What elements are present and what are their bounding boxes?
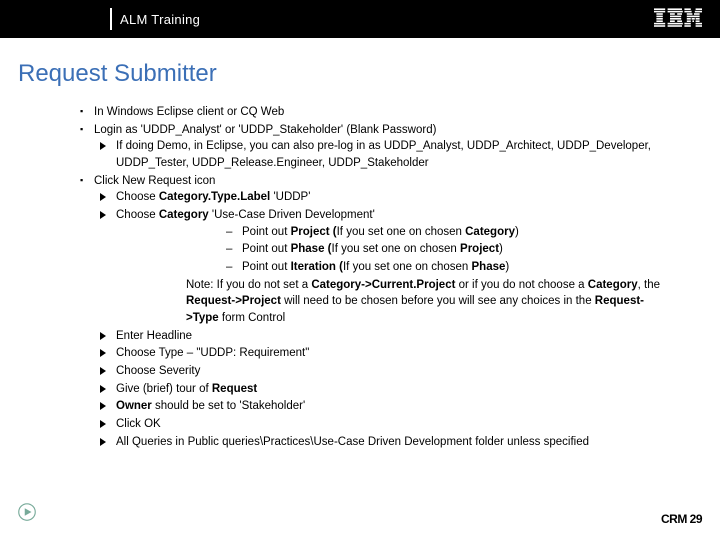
- bullet-item: Point out Phase (If you set one on chose…: [226, 241, 680, 258]
- ibm-logo-icon: [654, 8, 702, 33]
- bullet-item: Choose Severity: [100, 363, 680, 380]
- bullet-text: Click New Request icon: [94, 175, 215, 187]
- bullet-item: Choose Category 'Use-Case Driven Develop…: [100, 207, 680, 327]
- page-number: CRM 29: [661, 512, 702, 526]
- header-title: ALM Training: [120, 12, 200, 27]
- bullet-item: If doing Demo, in Eclipse, you can also …: [100, 138, 680, 171]
- bullet-item: Enter Headline: [100, 328, 680, 345]
- slide-footer: CRM 29: [0, 503, 720, 526]
- note-text: Note: If you do not set a Category->Curr…: [186, 277, 680, 327]
- bullet-item: Choose Type – "UDDP: Requirement": [100, 345, 680, 362]
- bullet-item: In Windows Eclipse client or CQ Web: [80, 104, 680, 121]
- bullet-text: Login as 'UDDP_Analyst' or 'UDDP_Stakeho…: [94, 124, 436, 136]
- bullet-item: Choose Category.Type.Label 'UDDP': [100, 189, 680, 206]
- play-icon[interactable]: [18, 503, 36, 526]
- slide-content: In Windows Eclipse client or CQ Web Logi…: [0, 104, 720, 450]
- bullet-item: Point out Project (If you set one on cho…: [226, 224, 680, 241]
- header-divider: [110, 8, 112, 30]
- bullet-item: Point out Iteration (If you set one on c…: [226, 259, 680, 276]
- bullet-item: All Queries in Public queries\Practices\…: [100, 434, 680, 451]
- bullet-item: Login as 'UDDP_Analyst' or 'UDDP_Stakeho…: [80, 122, 680, 172]
- bullet-item: Owner should be set to 'Stakeholder': [100, 398, 680, 415]
- bullet-item: Click OK: [100, 416, 680, 433]
- bullet-item: Give (brief) tour of Request: [100, 381, 680, 398]
- slide-header: ALM Training: [0, 0, 720, 38]
- bullet-item: Click New Request icon Choose Category.T…: [80, 173, 680, 451]
- slide-title: Request Submitter: [0, 38, 720, 104]
